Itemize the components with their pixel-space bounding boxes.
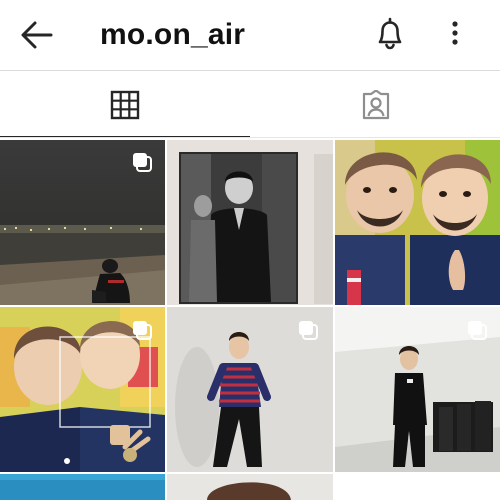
post-tile-hallway[interactable] — [335, 307, 500, 472]
more-vertical-icon — [452, 21, 458, 45]
profile-username: mo.on_air — [100, 18, 246, 51]
arrow-left-icon — [21, 21, 53, 49]
back-button[interactable] — [18, 17, 58, 53]
posts-grid — [0, 140, 500, 500]
more-options-button[interactable] — [440, 14, 470, 54]
multiple-photos-icon — [299, 321, 318, 340]
multiple-photos-icon — [468, 321, 487, 340]
tab-tagged[interactable] — [250, 71, 500, 137]
notifications-button[interactable] — [370, 14, 410, 54]
top-bar: mo.on_air — [0, 0, 500, 70]
post-tile-classroom-selfie[interactable] — [0, 307, 165, 472]
multiple-photos-icon — [133, 321, 152, 340]
post-tile-face-filter[interactable] — [335, 140, 500, 305]
post-tile-black-and-white[interactable] — [167, 140, 333, 305]
profile-tabs — [0, 70, 500, 138]
post-tile-portrait[interactable] — [167, 474, 333, 500]
blue-photo — [0, 474, 165, 500]
tab-divider — [0, 137, 500, 138]
post-tile-night-river[interactable] — [0, 140, 165, 305]
post-tile-blue[interactable] — [0, 474, 165, 500]
portrait-photo — [167, 474, 333, 500]
post-tile-striped-sweater[interactable] — [167, 307, 333, 472]
multiple-photos-icon — [133, 153, 152, 172]
tagged-person-icon — [362, 90, 390, 120]
tab-posts[interactable] — [0, 71, 250, 137]
face-filter-photo — [335, 140, 500, 305]
grid-icon — [110, 90, 140, 120]
bell-icon — [378, 17, 402, 50]
black-and-white-photo — [167, 140, 333, 305]
